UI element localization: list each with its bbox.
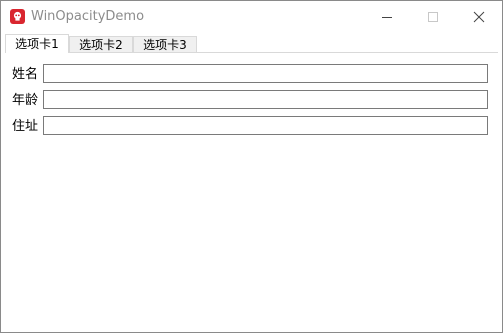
title-bar[interactable]: WinOpacityDemo [1,1,502,33]
minimize-icon [382,17,392,18]
age-label: 年龄 [12,93,39,108]
close-button[interactable] [456,1,502,33]
name-label: 姓名 [12,67,39,82]
tab-1[interactable]: 选项卡1 [5,34,69,53]
tab-3[interactable]: 选项卡3 [133,36,197,52]
minimize-button[interactable] [364,1,410,33]
tab-2[interactable]: 选项卡2 [69,36,133,52]
tab-page: 姓名 年龄 住址 [5,52,498,329]
address-field[interactable] [43,116,488,135]
maximize-icon [428,12,438,22]
app-window: WinOpacityDemo 选项卡1 选项卡2 选项卡3 姓名 年龄 住址 [0,0,503,333]
age-field[interactable] [43,90,488,109]
address-label: 住址 [12,119,39,134]
name-field[interactable] [43,64,488,83]
maximize-button[interactable] [410,1,456,33]
tab-strip: 选项卡1 选项卡2 选项卡3 [5,34,498,53]
close-icon [473,11,485,23]
window-title: WinOpacityDemo [31,9,145,24]
app-icon[interactable] [10,9,25,24]
